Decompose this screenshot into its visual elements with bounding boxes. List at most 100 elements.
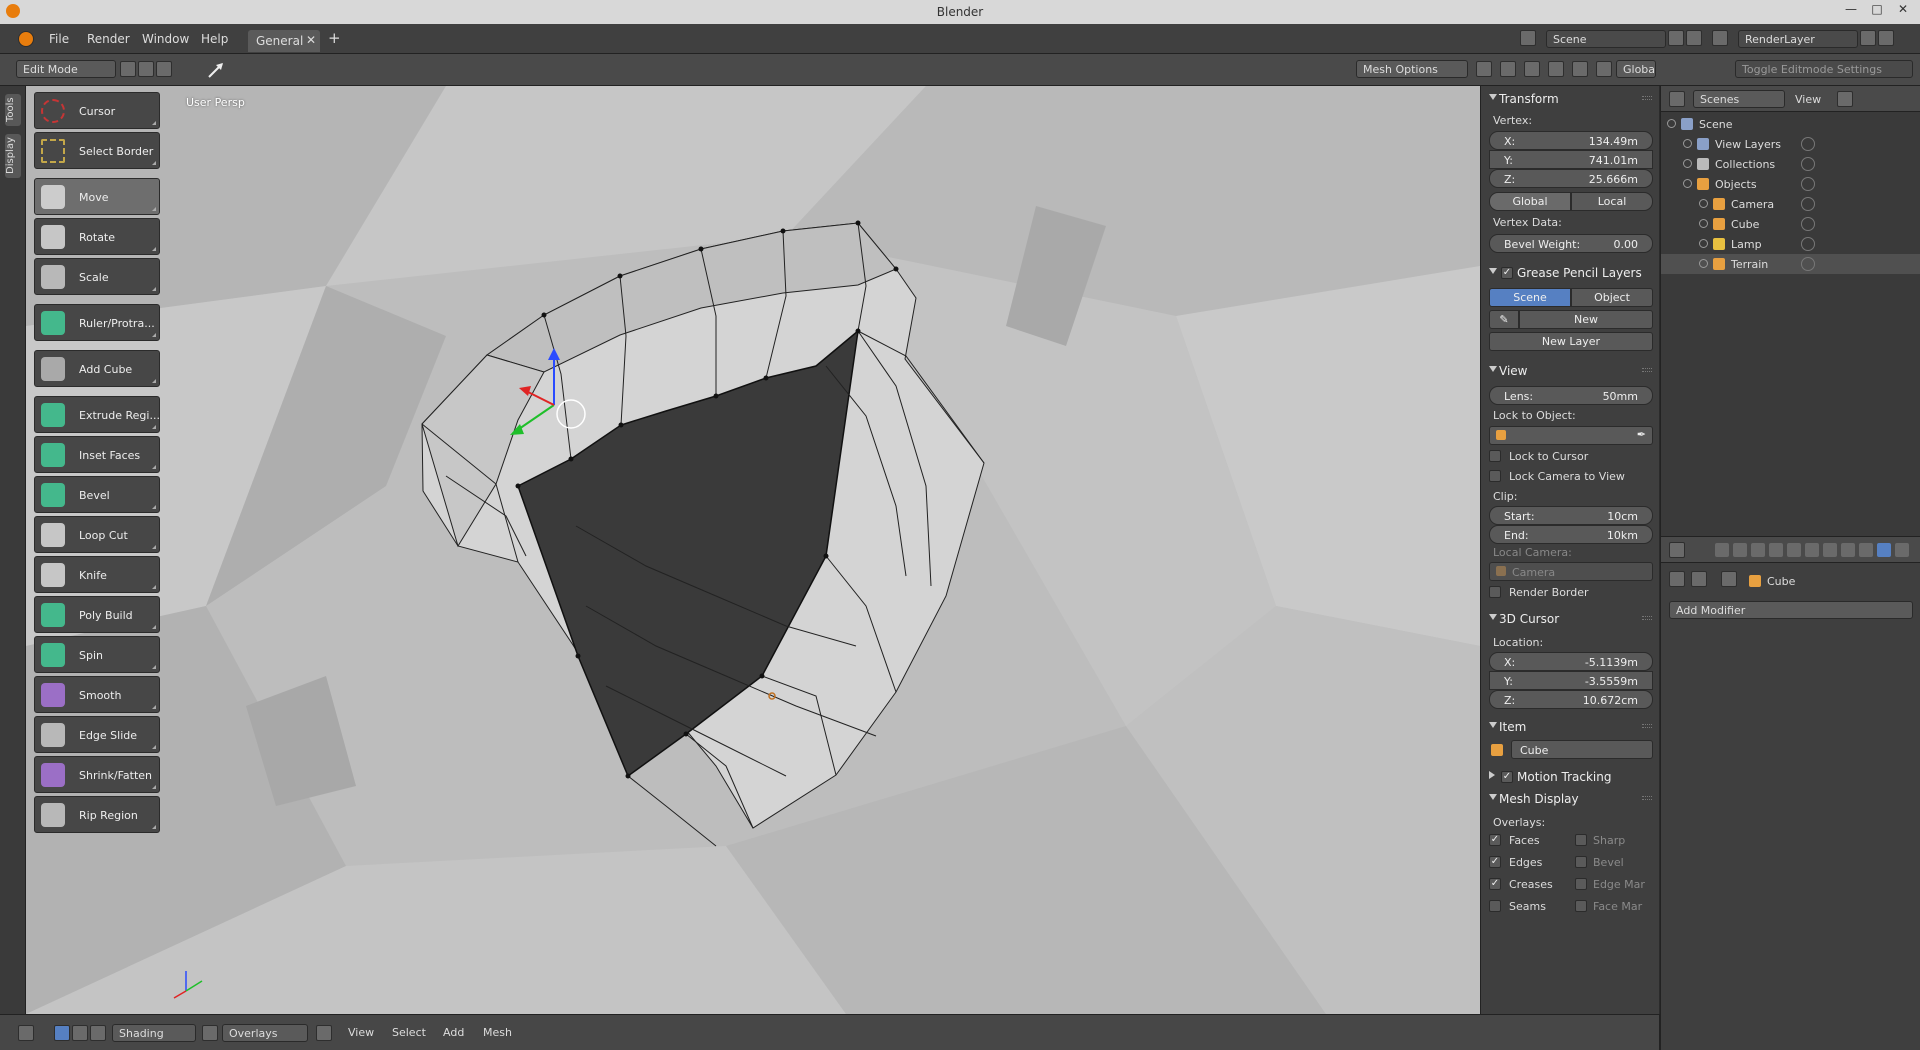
lock-to-cursor-checkbox[interactable] (1489, 450, 1501, 462)
tool-variants-corner-icon[interactable] (152, 161, 156, 165)
render-border-checkbox[interactable] (1489, 586, 1501, 598)
blender-menu-icon[interactable] (18, 31, 34, 47)
orientation-icon[interactable] (1596, 61, 1612, 77)
grease-new-button[interactable]: New (1519, 310, 1653, 329)
tool-shrink[interactable]: Shrink/Fatten (34, 756, 160, 793)
vertex-x-field[interactable]: X: 134.49m (1489, 131, 1653, 150)
global-toggle[interactable]: Global (1489, 192, 1571, 211)
outliner-row-terrain[interactable]: Terrain (1661, 254, 1920, 274)
drag-grip-icon[interactable] (1642, 616, 1652, 620)
remove-scene-icon[interactable] (1686, 30, 1702, 46)
manipulator-icon[interactable] (1572, 61, 1588, 77)
faces-checkbox[interactable]: ✓ (1489, 834, 1501, 846)
menu-window[interactable]: Window (142, 32, 189, 46)
material-shading-icon[interactable] (72, 1025, 88, 1041)
eyedropper-icon[interactable]: ✒ (1637, 428, 1646, 441)
pencil-icon[interactable]: ✎ (1489, 310, 1519, 329)
cursor-y-field[interactable]: Y: -3.5559m (1489, 671, 1653, 690)
data-tab-icon[interactable] (1841, 543, 1855, 557)
motion-tracking-checkbox[interactable]: ✓ (1501, 771, 1513, 783)
view-section-header[interactable]: View (1481, 360, 1659, 382)
local-toggle[interactable]: Local (1571, 192, 1653, 211)
editor-type-icon[interactable] (1669, 542, 1685, 558)
tool-rip[interactable]: Rip Region (34, 796, 160, 833)
outliner-row-scene[interactable]: Scene (1661, 114, 1920, 134)
close-icon[interactable]: ✕ (1892, 2, 1914, 20)
menu-file[interactable]: File (49, 32, 69, 46)
mode-selector[interactable]: Edit Mode (16, 60, 116, 78)
face-mar-checkbox[interactable] (1575, 900, 1587, 912)
tool-variants-corner-icon[interactable] (152, 379, 156, 383)
overlays-dropdown[interactable]: Overlays (222, 1024, 308, 1042)
bevel-weight-field[interactable]: Bevel Weight: 0.00 (1489, 234, 1653, 253)
tab-display[interactable]: Display (5, 134, 21, 178)
render-layer-tab-icon[interactable] (1733, 543, 1747, 557)
tool-spin[interactable]: Spin (34, 636, 160, 673)
shading-dropdown[interactable]: Shading (112, 1024, 196, 1042)
add-workspace-icon[interactable]: + (328, 29, 341, 47)
render-layer-selector[interactable]: RenderLayer (1738, 30, 1858, 48)
proportional-icon[interactable] (1500, 61, 1516, 77)
add-scene-icon[interactable] (1668, 30, 1684, 46)
grease-pencil-checkbox[interactable]: ✓ (1501, 267, 1513, 279)
local-camera-field[interactable]: Camera (1489, 562, 1653, 581)
menu-select[interactable]: Select (392, 1026, 426, 1039)
tool-variants-corner-icon[interactable] (152, 665, 156, 669)
collection-tab-icon[interactable] (1787, 543, 1801, 557)
pin-icon[interactable] (1669, 571, 1685, 587)
tool-variants-corner-icon[interactable] (152, 247, 156, 251)
expand-toggle-icon[interactable] (1667, 119, 1676, 128)
overlays-icon[interactable] (202, 1025, 218, 1041)
expand-toggle-icon[interactable] (1699, 219, 1708, 228)
visibility-icon[interactable] (1801, 157, 1815, 171)
outliner-row-lamp[interactable]: Lamp (1661, 234, 1920, 254)
mesh-display-section-header[interactable]: Mesh Display (1481, 788, 1659, 810)
vertex-y-field[interactable]: Y: 741.01m (1489, 150, 1653, 169)
3d-cursor-section-header[interactable]: 3D Cursor (1481, 608, 1659, 630)
outliner-row-cube[interactable]: Cube (1661, 214, 1920, 234)
expand-toggle-icon[interactable] (1699, 239, 1708, 248)
particles-tab-icon[interactable] (1895, 543, 1909, 557)
scene-tab-icon[interactable] (1751, 543, 1765, 557)
material-tab-icon[interactable] (1859, 543, 1873, 557)
xray-icon[interactable] (316, 1025, 332, 1041)
outliner-row-view-layers[interactable]: View Layers (1661, 134, 1920, 154)
menu-mesh[interactable]: Mesh (483, 1026, 512, 1039)
clip-end-field[interactable]: End: 10km (1489, 525, 1653, 544)
drag-grip-icon[interactable] (1642, 96, 1652, 100)
tool-variants-corner-icon[interactable] (152, 333, 156, 337)
tool-variants-corner-icon[interactable] (152, 465, 156, 469)
drag-grip-icon[interactable] (1642, 796, 1652, 800)
menu-help[interactable]: Help (201, 32, 228, 46)
tool-select-border[interactable]: Select Border (34, 132, 160, 169)
tool-variants-corner-icon[interactable] (152, 505, 156, 509)
motion-tracking-section-header[interactable]: ✓ Motion Tracking (1481, 766, 1659, 788)
tool-variants-corner-icon[interactable] (152, 585, 156, 589)
world-tab-icon[interactable] (1769, 543, 1783, 557)
tool-variants-corner-icon[interactable] (152, 625, 156, 629)
expand-toggle-icon[interactable] (1683, 179, 1692, 188)
creases-checkbox[interactable]: ✓ (1489, 878, 1501, 890)
maximize-icon[interactable]: □ (1866, 2, 1888, 20)
editor-type-icon[interactable] (1669, 91, 1685, 107)
drag-grip-icon[interactable] (1642, 724, 1652, 728)
tool-variants-corner-icon[interactable] (152, 121, 156, 125)
expand-toggle-icon[interactable] (1683, 139, 1692, 148)
snap-icon[interactable] (1524, 61, 1540, 77)
render-tab-icon[interactable] (1715, 543, 1729, 557)
expand-toggle-icon[interactable] (1683, 159, 1692, 168)
cursor-z-field[interactable]: Z: 10.672cm (1489, 690, 1653, 709)
tab-tools[interactable]: Tools (5, 94, 21, 126)
constraints-tab-icon[interactable] (1823, 543, 1837, 557)
menu-view[interactable]: View (348, 1026, 374, 1039)
outliner-row-collections[interactable]: Collections (1661, 154, 1920, 174)
tool-variants-corner-icon[interactable] (152, 745, 156, 749)
tool-variants-corner-icon[interactable] (152, 705, 156, 709)
visibility-icon[interactable] (1801, 137, 1815, 151)
close-tab-icon[interactable]: ✕ (306, 33, 316, 47)
visibility-icon[interactable] (1801, 177, 1815, 191)
remove-render-layer-icon[interactable] (1878, 30, 1894, 46)
expand-toggle-icon[interactable] (1699, 199, 1708, 208)
workspace-tab-general[interactable]: General ✕ (248, 30, 320, 52)
outliner-row-camera[interactable]: Camera (1661, 194, 1920, 214)
